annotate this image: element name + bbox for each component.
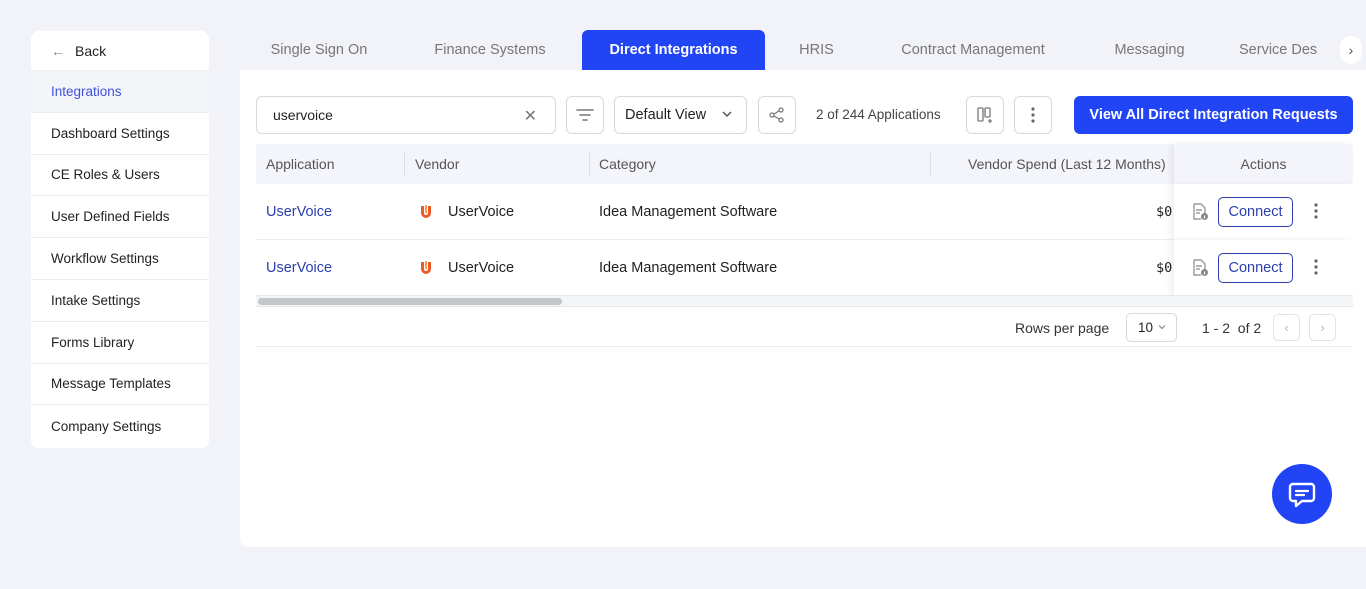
sidebar-item-label: User Defined Fields [51, 209, 170, 225]
column-divider[interactable] [589, 152, 590, 176]
settings-sidebar: ← Back Integrations Dashboard Settings C… [31, 31, 209, 448]
back-button[interactable]: ← Back [31, 31, 209, 71]
sidebar-item-label: Forms Library [51, 334, 135, 350]
tab-hris[interactable]: HRIS [765, 30, 868, 70]
page-range: 1 - 2 of 2 [1202, 320, 1261, 336]
page-range-value: 1 - 2 [1202, 320, 1231, 336]
tab-messaging[interactable]: Messaging [1078, 30, 1221, 70]
sidebar-item-workflow-settings[interactable]: Workflow Settings [31, 238, 209, 280]
application-count: 2 of 244 Applications [816, 107, 941, 122]
uservoice-logo-icon [421, 261, 431, 274]
tab-contract-management[interactable]: Contract Management [868, 30, 1078, 70]
pagination: Rows per page 10 1 - 2 of 2 ‹ › [256, 307, 1353, 347]
search-value: uservoice [273, 107, 333, 123]
document-info-icon[interactable] [1192, 203, 1209, 221]
tab-finance-systems[interactable]: Finance Systems [398, 30, 582, 70]
tabs-scroll-right-button[interactable]: › [1340, 36, 1362, 64]
sidebar-item-dashboard-settings[interactable]: Dashboard Settings [31, 113, 209, 155]
horizontal-scrollbar[interactable] [256, 295, 1353, 307]
rows-per-page-label: Rows per page [1015, 320, 1110, 336]
next-page-button[interactable]: › [1309, 314, 1336, 341]
view-all-requests-button[interactable]: View All Direct Integration Requests [1074, 96, 1353, 134]
chat-bubble-icon [1288, 482, 1316, 508]
chevron-down-icon [722, 111, 732, 118]
category-cell: Idea Management Software [599, 204, 778, 220]
sidebar-item-label: Integrations [51, 83, 122, 99]
applications-table: Application Vendor Category Vendor Spend… [256, 144, 1353, 296]
tab-service-desk[interactable]: Service Des [1221, 30, 1341, 70]
back-label: Back [75, 42, 107, 59]
sidebar-item-company-settings[interactable]: Company Settings [31, 405, 209, 447]
vendor-name: UserVoice [448, 204, 515, 220]
vendor-spend-cell: $0 [1156, 260, 1173, 276]
sidebar-item-label: Message Templates [51, 376, 171, 392]
vendor-cell: UserVoice [418, 240, 514, 296]
application-link[interactable]: UserVoice [266, 184, 332, 240]
page-total: of 2 [1237, 320, 1262, 336]
search-input[interactable]: uservoice ✕ [256, 96, 556, 134]
sidebar-item-label: Company Settings [51, 418, 162, 434]
table-row: UserVoice UserVoice Idea Management Soft… [256, 184, 1353, 240]
tab-single-sign-on[interactable]: Single Sign On [240, 30, 398, 70]
actions-cell: Connect [1174, 184, 1353, 240]
tab-direct-integrations[interactable]: Direct Integrations [582, 30, 765, 70]
actions-cell: Connect [1174, 240, 1353, 296]
column-divider[interactable] [404, 152, 405, 176]
sidebar-item-user-defined-fields[interactable]: User Defined Fields [31, 196, 209, 239]
sidebar-item-label: Intake Settings [51, 292, 141, 308]
vendor-spend-cell: $0 [1156, 204, 1173, 220]
kebab-icon [1031, 107, 1035, 123]
sidebar-item-ce-roles-users[interactable]: CE Roles & Users [31, 155, 209, 197]
table-header: Application Vendor Category Vendor Spend… [256, 144, 1353, 184]
application-link[interactable]: UserVoice [266, 240, 332, 296]
connect-button[interactable]: Connect [1218, 253, 1293, 283]
arrow-left-icon: ← [51, 42, 65, 59]
rows-per-page-select[interactable]: 10 [1126, 313, 1177, 342]
share-button[interactable] [758, 96, 796, 134]
integration-tabs: Single Sign On Finance Systems Direct In… [240, 30, 1366, 70]
filter-button[interactable] [566, 96, 604, 134]
previous-page-button[interactable]: ‹ [1273, 314, 1300, 341]
chat-support-button[interactable] [1272, 464, 1332, 524]
share-icon [769, 107, 784, 123]
columns-icon [977, 107, 992, 123]
integrations-panel: uservoice ✕ Default View 2 of 244 Applic… [240, 70, 1366, 547]
column-divider[interactable] [930, 152, 931, 176]
sidebar-item-label: CE Roles & Users [51, 167, 160, 183]
sidebar-item-forms-library[interactable]: Forms Library [31, 322, 209, 364]
sidebar-item-integrations[interactable]: Integrations [31, 71, 209, 113]
column-header-actions: Actions [1174, 144, 1353, 184]
chevron-right-icon: › [1320, 320, 1325, 335]
table-row: UserVoice UserVoice Idea Management Soft… [256, 240, 1353, 296]
chevron-left-icon: ‹ [1284, 320, 1289, 335]
scrollbar-thumb[interactable] [258, 298, 562, 305]
chevron-down-icon [1158, 325, 1166, 330]
row-more-icon[interactable] [1314, 259, 1318, 275]
filter-icon [576, 109, 594, 121]
vendor-name: UserVoice [448, 260, 515, 276]
sidebar-item-label: Workflow Settings [51, 251, 159, 267]
manage-columns-button[interactable] [966, 96, 1004, 134]
connect-button[interactable]: Connect [1218, 197, 1293, 227]
column-header-vendor-spend[interactable]: Vendor Spend (Last 12 Months) [968, 144, 1174, 184]
sidebar-item-intake-settings[interactable]: Intake Settings [31, 280, 209, 322]
column-header-vendor[interactable]: Vendor [415, 144, 459, 184]
category-cell: Idea Management Software [599, 260, 778, 276]
uservoice-logo-icon [421, 205, 431, 218]
vendor-cell: UserVoice [418, 184, 514, 240]
column-header-application[interactable]: Application [266, 144, 335, 184]
more-options-button[interactable] [1014, 96, 1052, 134]
view-dropdown[interactable]: Default View [614, 96, 747, 134]
rows-per-page-value: 10 [1138, 320, 1154, 335]
document-info-icon[interactable] [1192, 259, 1209, 277]
chevron-right-icon: › [1348, 42, 1354, 58]
sidebar-item-label: Dashboard Settings [51, 125, 170, 141]
sidebar-item-message-templates[interactable]: Message Templates [31, 364, 209, 406]
close-icon[interactable]: ✕ [524, 106, 537, 126]
view-dropdown-value: Default View [625, 107, 707, 123]
column-header-category[interactable]: Category [599, 144, 656, 184]
row-more-icon[interactable] [1314, 203, 1318, 219]
